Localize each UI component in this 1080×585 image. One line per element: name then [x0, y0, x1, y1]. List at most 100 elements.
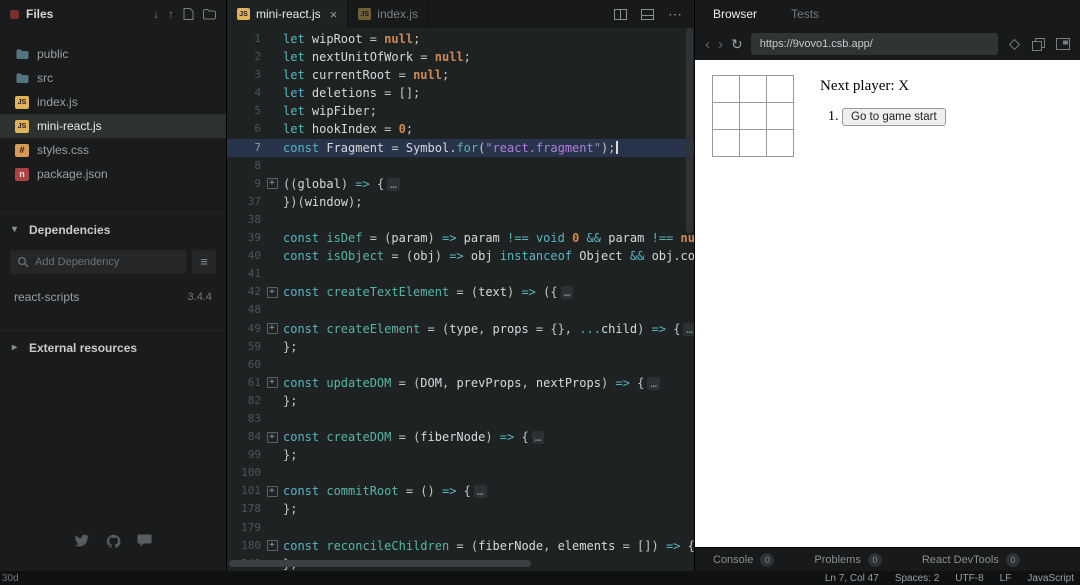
- code-line[interactable]: 1 let wipRoot = null;: [227, 30, 694, 48]
- editor-vertical-scrollbar[interactable]: [686, 28, 693, 233]
- fold-toggle-icon[interactable]: +: [266, 540, 278, 552]
- code-line[interactable]: 60: [227, 356, 694, 374]
- code-line[interactable]: 6 let hookIndex = 0;: [227, 120, 694, 138]
- code-line[interactable]: 3 let currentRoot = null;: [227, 66, 694, 84]
- feedback-icon[interactable]: [137, 534, 152, 549]
- fold-toggle-icon[interactable]: +: [266, 431, 278, 443]
- code-area[interactable]: 1 let wipRoot = null; 2 let nextUnitOfWork …: [227, 28, 694, 571]
- status-cursor-position[interactable]: Ln 7, Col 47: [825, 573, 879, 584]
- file-item-src[interactable]: src: [0, 66, 226, 90]
- devtools-tab-problems[interactable]: Problems 0: [814, 552, 882, 567]
- editor-panel: JS mini-react.js × JS index.js ⋯ 1 let wipRoo…: [227, 0, 695, 571]
- editor-tabs: JS mini-react.js × JS index.js: [227, 0, 429, 28]
- file-item-public[interactable]: public: [0, 42, 226, 66]
- fold-toggle-icon[interactable]: +: [266, 485, 278, 497]
- fold-toggle-icon[interactable]: +: [266, 377, 278, 389]
- code-line[interactable]: 83: [227, 410, 694, 428]
- code-line[interactable]: 40 const isObject = (obj) => obj instance…: [227, 247, 694, 265]
- code-line[interactable]: 82};: [227, 392, 694, 410]
- file-item-index-js[interactable]: JS index.js: [0, 90, 226, 114]
- open-new-window-icon[interactable]: [1056, 38, 1070, 50]
- code-line[interactable]: 61 + const updateDOM = (DOM, prevProps, ne…: [227, 374, 694, 392]
- preview-tab-browser[interactable]: Browser: [713, 7, 757, 21]
- twitter-icon[interactable]: [74, 534, 90, 549]
- editor-tab-mini-react-js[interactable]: JS mini-react.js ×: [227, 0, 349, 28]
- fold-toggle-icon[interactable]: +: [266, 323, 278, 335]
- code-line[interactable]: 84 + const createDOM = (fiberNode) => {…: [227, 428, 694, 446]
- dependencies-header[interactable]: ▾ Dependencies: [0, 212, 226, 246]
- fold-toggle-icon[interactable]: +: [266, 178, 278, 190]
- editor-tab-index-js[interactable]: JS index.js: [348, 0, 429, 28]
- dependency-react-scripts[interactable]: react-scripts 3.4.4: [0, 282, 226, 312]
- code-line[interactable]: 8: [227, 157, 694, 175]
- forward-icon[interactable]: ›: [718, 37, 723, 52]
- preview-layout-icon[interactable]: [641, 8, 654, 20]
- code-text: const updateDOM = (DOM, prevProps, nextP…: [283, 374, 694, 392]
- code-line[interactable]: 101 + const commitRoot = () => {…: [227, 482, 694, 500]
- code-line[interactable]: 39 const isDef = (param) => param !== voi…: [227, 229, 694, 247]
- file-type-icon: JS: [15, 95, 29, 109]
- url-bar[interactable]: https://9vovo1.csb.app/: [750, 33, 998, 55]
- code-line[interactable]: 38: [227, 211, 694, 229]
- status-language-mode[interactable]: JavaScript: [1027, 573, 1074, 584]
- code-line[interactable]: 37})(window);: [227, 193, 694, 211]
- code-text: };: [283, 448, 298, 463]
- code-line[interactable]: 7 const Fragment = Symbol.for("react.frag…: [227, 138, 694, 157]
- board-square[interactable]: [739, 75, 767, 103]
- duplicate-icon[interactable]: [1032, 37, 1045, 51]
- code-line[interactable]: 178};: [227, 500, 694, 518]
- split-view-icon[interactable]: [614, 8, 627, 20]
- upload-icon[interactable]: ↑: [168, 7, 174, 21]
- board-square[interactable]: [766, 75, 794, 103]
- file-item-styles-css[interactable]: # styles.css: [0, 138, 226, 162]
- status-encoding[interactable]: UTF-8: [955, 573, 983, 584]
- board-square[interactable]: [712, 102, 740, 130]
- code-line[interactable]: 49 + const createElement = (type, props = …: [227, 320, 694, 338]
- code-line[interactable]: 59};: [227, 338, 694, 356]
- file-item-package-json[interactable]: n package.json: [0, 162, 226, 186]
- code-line[interactable]: 42 + const createTextElement = (text) => (…: [227, 283, 694, 301]
- status-eol[interactable]: LF: [1000, 573, 1012, 584]
- code-text: };: [283, 393, 298, 408]
- fold-gutter: [261, 66, 283, 84]
- devtools-tab-react-devtools[interactable]: React DevTools 0: [922, 552, 1020, 567]
- code-line[interactable]: 41: [227, 265, 694, 283]
- code-line[interactable]: 180 + const reconcileChildren = (fiberNode…: [227, 537, 694, 555]
- go-to-game-start-button[interactable]: Go to game start: [842, 108, 946, 126]
- preview-tab-tests[interactable]: Tests: [791, 7, 819, 21]
- code-line[interactable]: 5 let wipFiber;: [227, 102, 694, 120]
- board-square[interactable]: [712, 129, 740, 157]
- back-icon[interactable]: ‹: [705, 37, 710, 52]
- board-square[interactable]: [766, 129, 794, 157]
- file-item-mini-react-js[interactable]: JS mini-react.js: [0, 114, 226, 138]
- new-file-icon[interactable]: [183, 8, 194, 20]
- editor-horizontal-scrollbar[interactable]: [229, 560, 531, 567]
- external-resources-header[interactable]: ▸ External resources: [0, 330, 226, 364]
- code-line[interactable]: 9 + ((global) => {…: [227, 175, 694, 193]
- board-square[interactable]: [739, 129, 767, 157]
- board-square[interactable]: [739, 102, 767, 130]
- code-line[interactable]: 2 let nextUnitOfWork = null;: [227, 48, 694, 66]
- close-icon[interactable]: ×: [330, 7, 338, 22]
- code-line[interactable]: 4 let deletions = [];: [227, 84, 694, 102]
- devtools-tab-console[interactable]: Console 0: [713, 552, 775, 567]
- code-line[interactable]: 179: [227, 519, 694, 537]
- workspace-icon[interactable]: [10, 9, 19, 19]
- board-square[interactable]: [766, 102, 794, 130]
- add-dependency-input[interactable]: [10, 250, 186, 274]
- responsive-preview-icon[interactable]: [1008, 38, 1021, 51]
- code-line[interactable]: 99};: [227, 446, 694, 464]
- download-icon[interactable]: ↓: [153, 7, 159, 21]
- dependency-menu-button[interactable]: ≡: [192, 250, 216, 274]
- code-line[interactable]: 48: [227, 301, 694, 319]
- more-options-icon[interactable]: ⋯: [668, 6, 682, 23]
- code-text: };: [283, 502, 298, 517]
- code-line[interactable]: 100: [227, 464, 694, 482]
- github-icon[interactable]: [106, 534, 121, 549]
- line-number: 61: [247, 375, 261, 389]
- refresh-icon[interactable]: ↻: [731, 37, 743, 51]
- new-folder-icon[interactable]: [203, 8, 216, 20]
- board-square[interactable]: [712, 75, 740, 103]
- status-indentation[interactable]: Spaces: 2: [895, 573, 939, 584]
- fold-toggle-icon[interactable]: +: [266, 286, 278, 298]
